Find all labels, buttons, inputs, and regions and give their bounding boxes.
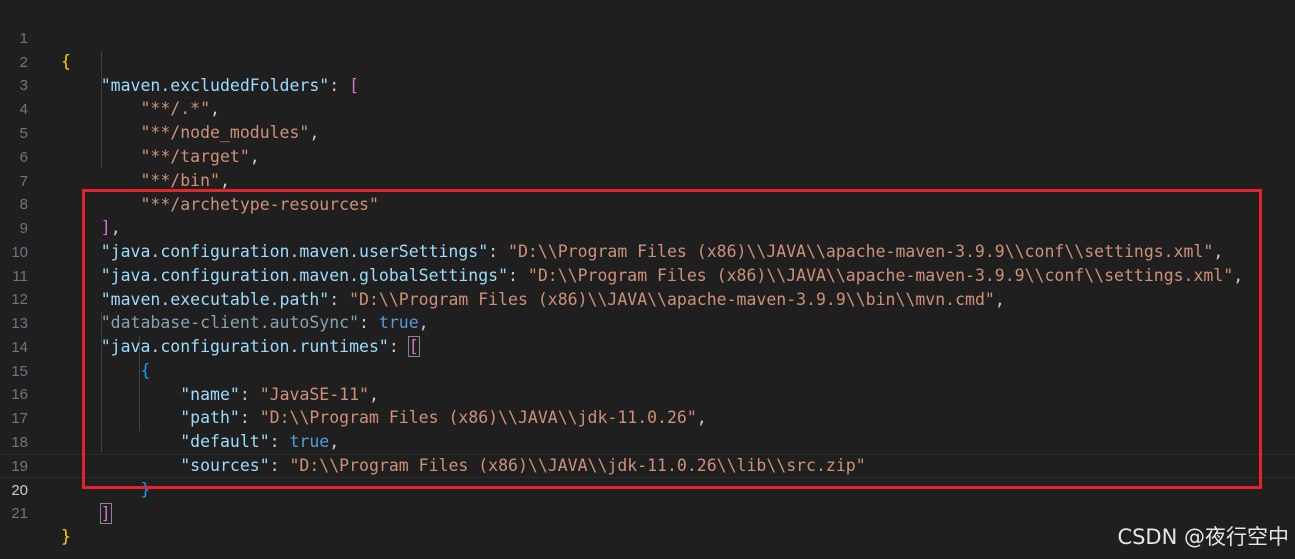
line-content: } [61,525,71,549]
code-line[interactable]: 1 { [0,3,1295,72]
code-line[interactable]: 2 "maven.excludedFolders": [ [0,27,1295,96]
code-line[interactable]: 5 "**/target", [0,98,1295,167]
code-line[interactable]: 6 "**/bin", [0,122,1295,191]
code-line[interactable]: 3 "**/.*", [0,50,1295,119]
watermark: CSDN @夜行空中 [1117,525,1289,549]
line-number: 21 [11,504,28,522]
annotation-highlight-box [82,189,1262,489]
code-editor[interactable]: 1 { 2 "maven.excludedFolders": [ 3 "**/.… [0,0,1295,559]
line-content: ] [61,502,112,526]
code-line[interactable]: 7 "**/archetype-resources" [0,146,1295,215]
brace-close: } [61,527,71,547]
bracket-close: ] [99,503,112,525]
code-line[interactable]: 4 "**/node_modules", [0,74,1295,143]
